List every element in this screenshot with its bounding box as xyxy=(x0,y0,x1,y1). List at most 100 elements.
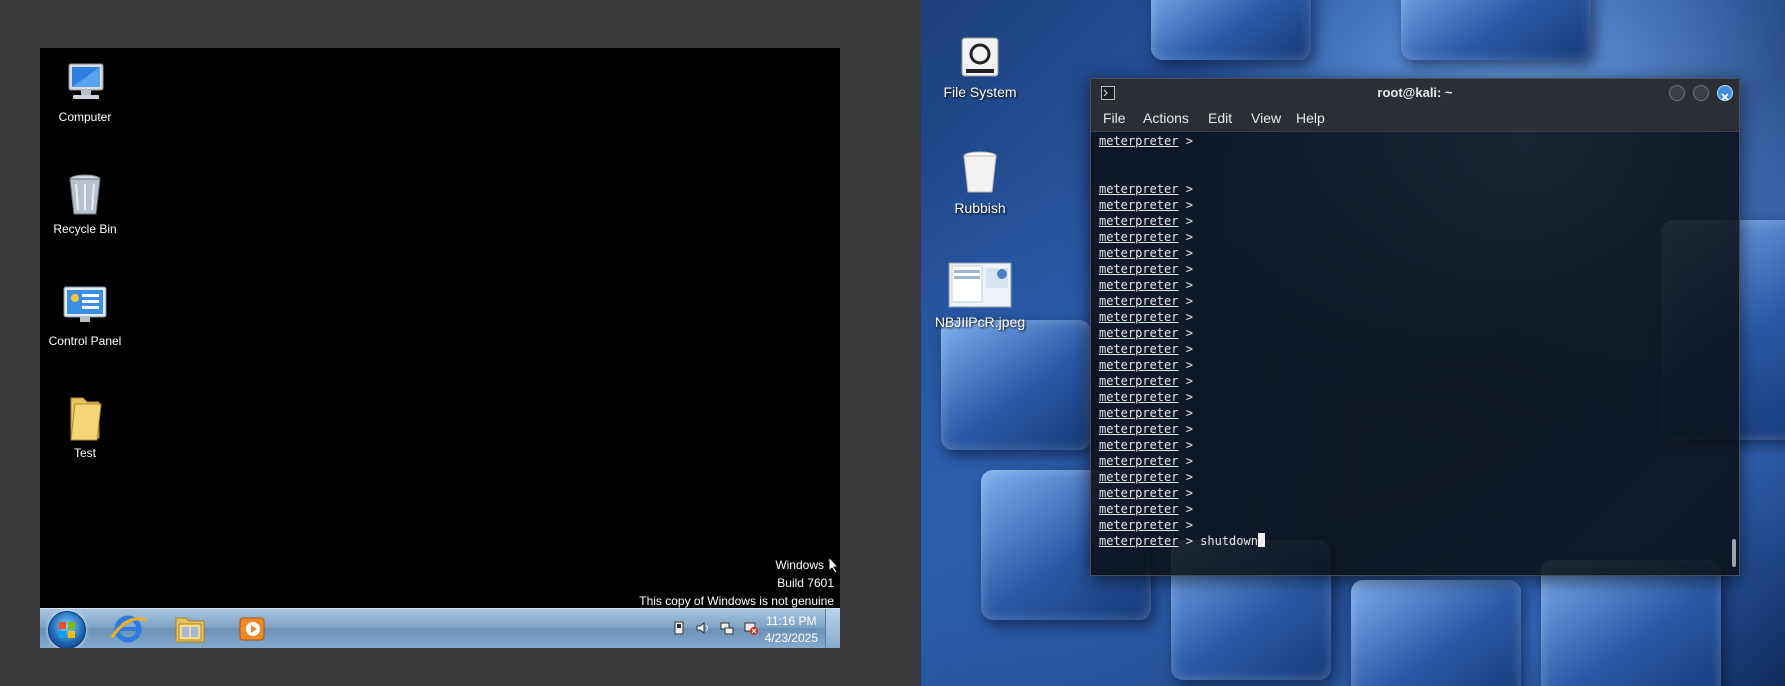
terminal-line: meterpreter > xyxy=(1099,229,1725,245)
terminal-line: meterpreter > xyxy=(1099,517,1725,533)
terminal-title: root@kali: ~ xyxy=(1377,85,1453,100)
folder-icon xyxy=(61,394,109,442)
clock-date: 4/23/2025 xyxy=(764,631,818,645)
terminal-line: meterpreter > xyxy=(1099,373,1725,389)
terminal-prompt-suffix: > xyxy=(1178,454,1193,468)
minimize-button[interactable] xyxy=(1669,85,1685,101)
wallpaper-cube xyxy=(941,320,1091,450)
taskbar-windows-explorer[interactable] xyxy=(164,612,216,646)
terminal-icon xyxy=(1101,86,1115,100)
terminal-prompt: meterpreter xyxy=(1099,374,1179,388)
media-player-icon xyxy=(239,617,265,641)
terminal-line: meterpreter > xyxy=(1099,325,1725,341)
terminal-prompt-suffix: > xyxy=(1178,470,1193,484)
network-icon[interactable] xyxy=(720,621,734,635)
file-system-icon xyxy=(960,36,1000,78)
terminal-line: meterpreter > xyxy=(1099,421,1725,437)
terminal-prompt: meterpreter xyxy=(1099,198,1179,212)
wallpaper-cube xyxy=(1151,0,1311,60)
menu-edit[interactable]: Edit xyxy=(1208,110,1232,126)
terminal-prompt-suffix: > xyxy=(1178,342,1193,356)
terminal-prompt: meterpreter xyxy=(1099,278,1179,292)
terminal-scrollbar[interactable] xyxy=(1732,539,1736,567)
terminal-prompt-suffix: > xyxy=(1178,278,1193,292)
terminal-line: meterpreter > xyxy=(1099,485,1725,501)
terminal-prompt-suffix: > xyxy=(1178,246,1193,260)
desktop-icon-rubbish[interactable]: Rubbish xyxy=(925,150,1035,216)
terminal-prompt: meterpreter xyxy=(1099,182,1179,196)
desktop-icon-recycle-bin[interactable]: Recycle Bin xyxy=(40,170,130,236)
maximize-button[interactable] xyxy=(1693,85,1709,101)
menu-help[interactable]: Help xyxy=(1296,110,1325,126)
action-center-icon[interactable] xyxy=(672,621,686,635)
menu-view[interactable]: View xyxy=(1251,110,1281,126)
terminal-prompt: meterpreter xyxy=(1099,230,1179,244)
taskbar-clock[interactable]: 11:16 PM 4/23/2025 xyxy=(765,613,818,647)
wallpaper-cube xyxy=(1541,560,1721,686)
terminal-line: meterpreter > xyxy=(1099,181,1725,197)
terminal-prompt: meterpreter xyxy=(1099,486,1179,500)
windows-vm-screen[interactable]: Computer Recycle Bin Control Panel Test … xyxy=(40,48,840,648)
terminal-prompt-suffix: > xyxy=(1178,438,1193,452)
internet-explorer-icon xyxy=(110,615,147,643)
start-button[interactable] xyxy=(48,611,86,648)
desktop-icon-computer[interactable]: Computer xyxy=(40,58,130,124)
terminal-line: meterpreter > xyxy=(1099,245,1725,261)
terminal-prompt-suffix: > xyxy=(1178,486,1193,500)
desktop-icon-test-folder[interactable]: Test xyxy=(40,394,130,460)
terminal-prompt: meterpreter xyxy=(1099,294,1179,308)
menu-actions[interactable]: Actions xyxy=(1143,110,1189,126)
terminal-titlebar[interactable]: root@kali: ~ xyxy=(1091,79,1739,107)
terminal-prompt: meterpreter xyxy=(1099,518,1179,532)
taskbar-internet-explorer[interactable] xyxy=(102,612,154,646)
wallpaper-cube xyxy=(1351,580,1521,686)
desktop-icon-control-panel[interactable]: Control Panel xyxy=(40,282,130,348)
terminal-prompt-suffix: > xyxy=(1178,406,1193,420)
terminal-prompt: meterpreter xyxy=(1099,438,1179,452)
terminal-prompt-suffix: > xyxy=(1178,198,1193,212)
menu-file[interactable]: File xyxy=(1103,110,1126,126)
desktop-icon-label: Rubbish xyxy=(954,200,1006,216)
terminal-prompt-suffix: > xyxy=(1178,262,1193,276)
mouse-cursor-icon xyxy=(828,556,840,574)
terminal-line: meterpreter > xyxy=(1099,341,1725,357)
text-cursor xyxy=(1257,533,1265,547)
terminal-prompt: meterpreter xyxy=(1099,214,1179,228)
terminal-line: meterpreter > xyxy=(1099,133,1725,149)
close-button[interactable] xyxy=(1717,85,1733,101)
terminal-prompt: meterpreter xyxy=(1099,502,1179,516)
terminal-output[interactable]: meterpreter > meterpreter > meterpreter > m… xyxy=(1099,133,1725,569)
terminal-prompt: meterpreter xyxy=(1099,310,1179,324)
clock-time: 11:16 PM xyxy=(766,614,817,628)
terminal-prompt: meterpreter xyxy=(1099,534,1179,548)
terminal-prompt-suffix: > xyxy=(1178,214,1193,228)
terminal-prompt: meterpreter xyxy=(1099,262,1179,276)
desktop-icon-file-system[interactable]: File System xyxy=(925,36,1035,100)
terminal-line: meterpreter > xyxy=(1099,453,1725,469)
terminal-prompt-suffix: > xyxy=(1178,294,1193,308)
desktop-icon-image-file[interactable]: NBJIlPcR.jpeg xyxy=(925,262,1035,330)
terminal-prompt: meterpreter xyxy=(1099,246,1179,260)
desktop-icon-label: NBJIlPcR.jpeg xyxy=(934,314,1026,330)
terminal-prompt: meterpreter xyxy=(1099,470,1179,484)
terminal-prompt-suffix: > xyxy=(1178,422,1193,436)
terminal-prompt-suffix: > xyxy=(1178,390,1193,404)
volume-icon[interactable] xyxy=(696,621,710,635)
terminal-menubar: File Actions Edit View Help xyxy=(1091,107,1739,132)
taskbar-media-player[interactable] xyxy=(226,612,278,646)
terminal-prompt: meterpreter xyxy=(1099,358,1179,372)
terminal-prompt: meterpreter xyxy=(1099,406,1179,420)
terminal-window[interactable]: root@kali: ~ File Actions Edit View Help… xyxy=(1090,78,1740,576)
terminal-prompt-suffix: > xyxy=(1178,134,1193,148)
desktop-icon-label: Recycle Bin xyxy=(53,222,117,236)
network-disconnected-icon[interactable] xyxy=(744,621,758,635)
terminal-prompt: meterpreter xyxy=(1099,134,1179,148)
terminal-line: meterpreter > xyxy=(1099,293,1725,309)
terminal-line: meterpreter > xyxy=(1099,405,1725,421)
show-desktop-button[interactable] xyxy=(825,609,840,648)
terminal-current-line[interactable]: meterpreter > shutdown xyxy=(1099,533,1725,549)
taskbar: 11:16 PM 4/23/2025 xyxy=(40,608,840,648)
terminal-command: > shutdown xyxy=(1178,534,1258,548)
